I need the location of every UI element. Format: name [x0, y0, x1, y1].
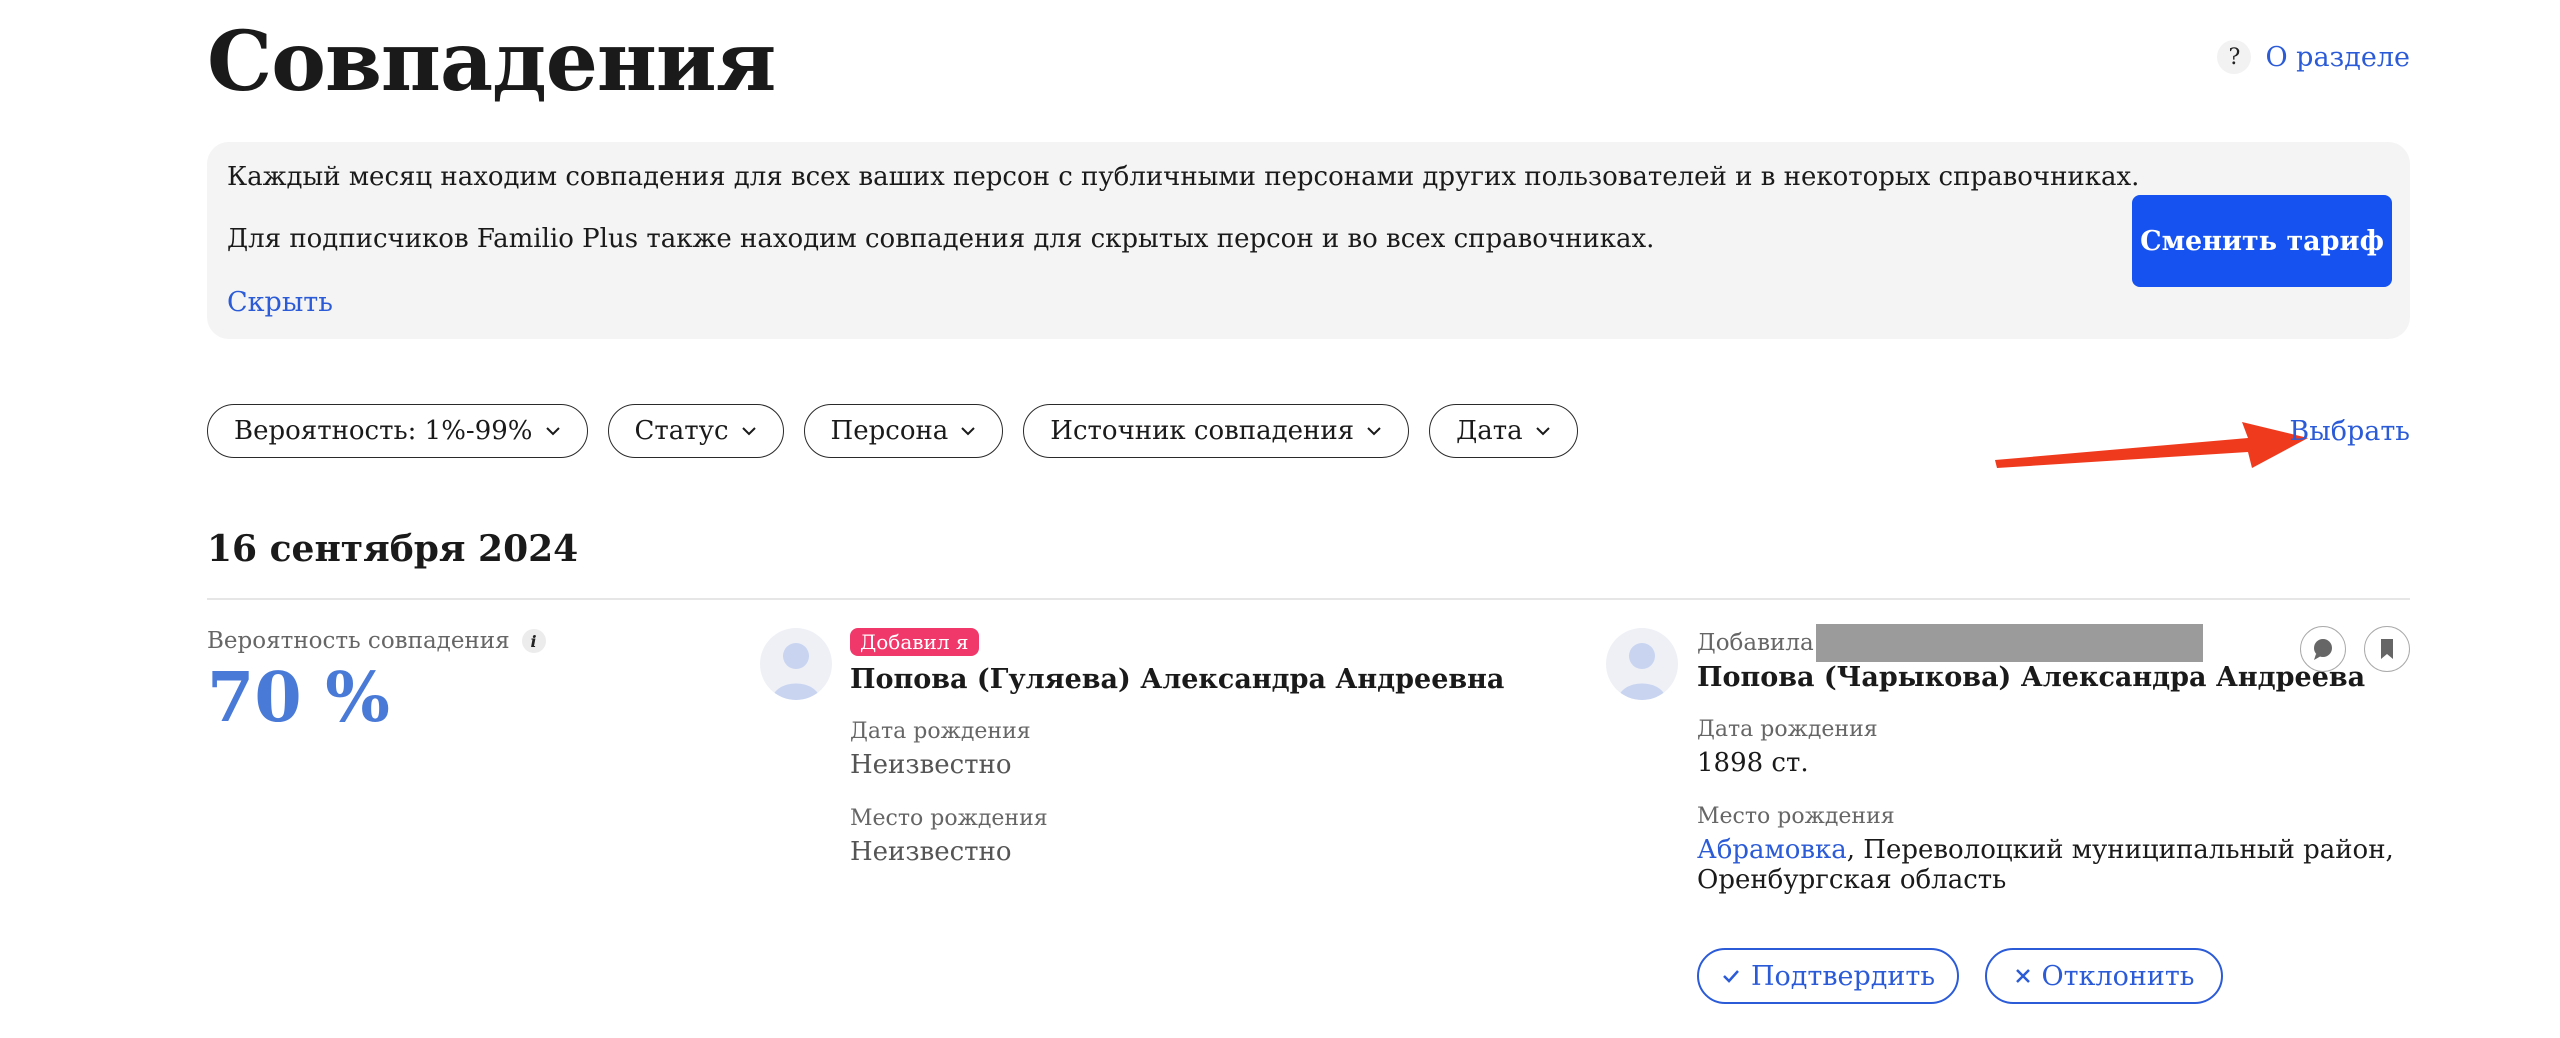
about-section-label[interactable]: О разделе	[2265, 42, 2410, 73]
page-title: Совпадения	[207, 14, 776, 110]
chevron-down-icon	[961, 427, 976, 436]
added-by-label: Добавила	[1697, 630, 1814, 656]
birth-place-label: Место рождения	[850, 806, 1048, 831]
filter-label: Статус	[634, 416, 729, 446]
person-name[interactable]: Попова (Гуляева) Александра Андреевна	[850, 664, 1550, 695]
avatar	[1606, 628, 1678, 700]
redacted-username	[1815, 624, 2203, 662]
chevron-down-icon	[741, 427, 756, 436]
left-person-card: Добавил я Попова (Гуляева) Александра Ан…	[850, 628, 1550, 867]
confirm-label: Подтвердить	[1750, 960, 1936, 992]
banner-text-2: Для подписчиков Familio Plus также наход…	[227, 224, 1655, 254]
person-placeholder-icon	[772, 643, 820, 700]
probability-label-text: Вероятность совпадения	[207, 628, 510, 654]
birth-place-value: Неизвестно	[850, 837, 1012, 867]
hide-banner-link[interactable]: Скрыть	[227, 287, 333, 318]
confirm-button[interactable]: Подтвердить	[1697, 948, 1959, 1004]
person-name[interactable]: Попова (Чарыкова) Александра Андреева	[1697, 662, 2397, 693]
chevron-down-icon	[545, 427, 560, 436]
probability-value: 70 %	[207, 658, 390, 738]
filter-label: Вероятность: 1%-99%	[234, 416, 533, 446]
birth-date-value: Неизвестно	[850, 750, 1012, 780]
check-icon	[1723, 970, 1739, 983]
comment-button[interactable]	[2300, 626, 2346, 672]
filter-date[interactable]: Дата	[1429, 404, 1578, 458]
birth-place-value: Абрамовка, Переволоцкий муниципальный ра…	[1697, 835, 2397, 895]
select-mode-link[interactable]: Выбрать	[2289, 416, 2410, 447]
birth-date-label: Дата рождения	[850, 719, 1031, 744]
close-icon	[2015, 969, 2030, 983]
right-person-card: Добавила Попова (Чарыкова) Александра Ан…	[1697, 624, 2397, 895]
birth-place-line2: Оренбургская область	[1697, 865, 2007, 895]
filter-label: Персона	[830, 416, 949, 446]
birth-place-link[interactable]: Абрамовка	[1697, 835, 1847, 865]
reject-button[interactable]: Отклонить	[1985, 948, 2223, 1004]
birth-place-label: Место рождения	[1697, 804, 1895, 829]
divider	[207, 598, 2410, 600]
about-section-link[interactable]: ? О разделе	[2217, 40, 2410, 74]
filter-label: Источник совпадения	[1050, 416, 1355, 446]
added-by-me-badge: Добавил я	[850, 628, 979, 656]
change-tariff-button[interactable]: Сменить тариф	[2132, 195, 2392, 287]
red-arrow-annotation	[1995, 422, 2308, 468]
banner-text-1: Каждый месяц находим совпадения для всех…	[227, 162, 2140, 192]
birth-place-rest: , Переволоцкий муниципальный район,	[1846, 835, 2394, 865]
date-group-heading: 16 сентября 2024	[207, 528, 579, 570]
avatar	[760, 628, 832, 700]
bookmark-icon	[2381, 639, 2393, 659]
reject-label: Отклонить	[2041, 960, 2195, 992]
bookmark-button[interactable]	[2364, 626, 2410, 672]
filter-status[interactable]: Статус	[607, 404, 784, 458]
filter-person[interactable]: Персона	[803, 404, 1004, 458]
comment-icon	[2314, 639, 2332, 660]
chevron-down-icon	[1367, 427, 1381, 436]
added-by: Добавила	[1697, 624, 2397, 662]
filter-bar: Вероятность: 1%-99% Статус Персона Источ…	[207, 404, 1578, 458]
filter-label: Дата	[1456, 416, 1523, 446]
person-placeholder-icon	[1618, 643, 1666, 700]
question-icon: ?	[2217, 40, 2252, 74]
birth-date-value: 1898 ст.	[1697, 748, 1809, 778]
info-icon[interactable]: i	[521, 629, 546, 653]
filter-probability[interactable]: Вероятность: 1%-99%	[207, 404, 588, 458]
probability-label: Вероятность совпадения i	[207, 628, 546, 654]
filter-source[interactable]: Источник совпадения	[1023, 404, 1410, 458]
info-banner: Каждый месяц находим совпадения для всех…	[207, 142, 2410, 339]
chevron-down-icon	[1535, 427, 1550, 436]
birth-date-label: Дата рождения	[1697, 717, 1878, 742]
